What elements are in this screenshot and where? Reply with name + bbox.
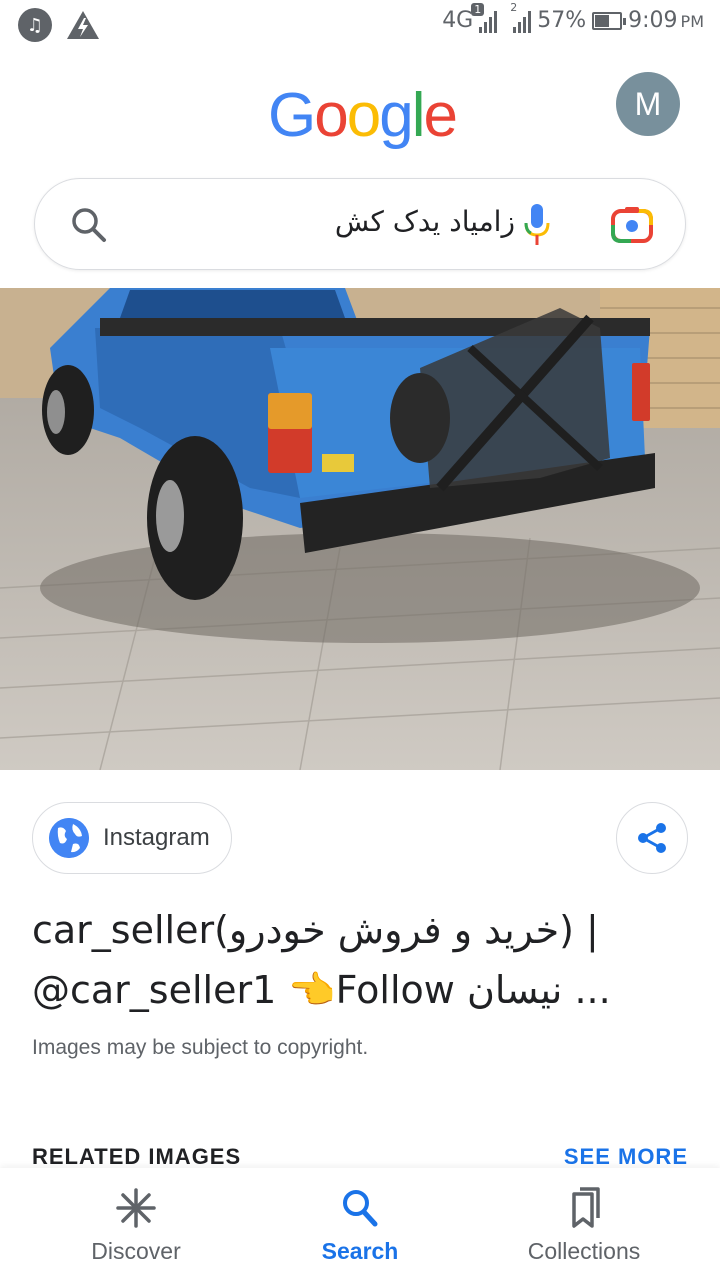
result-title-line2[interactable]: @car_seller1 👈Follow نیسان ... <box>32 960 672 1020</box>
result-image[interactable] <box>0 288 720 770</box>
share-button[interactable] <box>616 802 688 874</box>
logo-letter: g <box>379 81 414 150</box>
signal-icon-sim1: 1 <box>471 2 498 33</box>
lens-icon[interactable] <box>609 205 655 245</box>
nav-search[interactable]: Search <box>240 1168 480 1280</box>
nav-collections[interactable]: Collections <box>464 1168 704 1280</box>
flash-icon <box>67 11 99 39</box>
copyright-notice: Images may be subject to copyright. <box>32 1036 369 1059</box>
logo-letter: e <box>423 81 458 150</box>
see-more-link[interactable]: SEE MORE <box>564 1144 688 1170</box>
sim2-badge: 2 <box>510 0 518 14</box>
status-bar: ♫ 4G 1 2 57% 9:09 PM <box>0 0 720 52</box>
bookmarks-icon <box>572 1187 600 1228</box>
network-type: 4G <box>442 8 474 33</box>
signal-icon-sim2: 2 <box>510 1 532 33</box>
clock-time: 9:09 <box>628 8 678 33</box>
search-icon[interactable] <box>69 205 109 245</box>
clock-suffix: PM <box>680 12 704 31</box>
music-icon: ♫ <box>18 8 52 42</box>
logo-letter: G <box>268 81 316 150</box>
search-bar[interactable]: زامیاد یدک کش <box>34 178 686 270</box>
asterisk-icon <box>116 1188 156 1228</box>
result-title[interactable]: car_seller(خرید و فروش خودرو) | @car_sel… <box>32 900 672 1020</box>
battery-percent: 57% <box>537 8 587 33</box>
truck-photo <box>0 288 720 770</box>
logo-letter: o <box>314 81 349 150</box>
related-images-heading: RELATED IMAGES <box>32 1144 242 1169</box>
account-avatar[interactable]: M <box>616 72 680 136</box>
nav-collections-label: Collections <box>527 1238 641 1264</box>
logo-letter: o <box>346 81 382 150</box>
bottom-navigation: Discover Search Collections <box>0 1168 720 1280</box>
battery-icon <box>592 11 627 30</box>
source-label: Instagram <box>103 824 210 851</box>
mic-icon[interactable] <box>521 201 553 249</box>
share-icon <box>638 823 666 853</box>
clock: 9:09 PM <box>628 8 704 33</box>
result-title-line1[interactable]: car_seller(خرید و فروش خودرو) | <box>32 900 672 960</box>
source-chip[interactable]: Instagram <box>32 802 232 874</box>
nav-discover[interactable]: Discover <box>16 1168 256 1280</box>
nav-search-label: Search <box>321 1238 399 1264</box>
search-query[interactable]: زامیاد یدک کش <box>275 205 515 238</box>
search-icon <box>343 1190 378 1227</box>
status-right: 4G 1 2 57% 9:09 PM <box>442 1 704 34</box>
logo-letter: l <box>411 81 426 150</box>
status-left-icons: ♫ <box>18 8 100 42</box>
sim1-badge: 1 <box>471 2 485 16</box>
nav-discover-label: Discover <box>91 1238 181 1264</box>
globe-icon <box>49 818 89 858</box>
google-logo: Google <box>268 80 458 151</box>
